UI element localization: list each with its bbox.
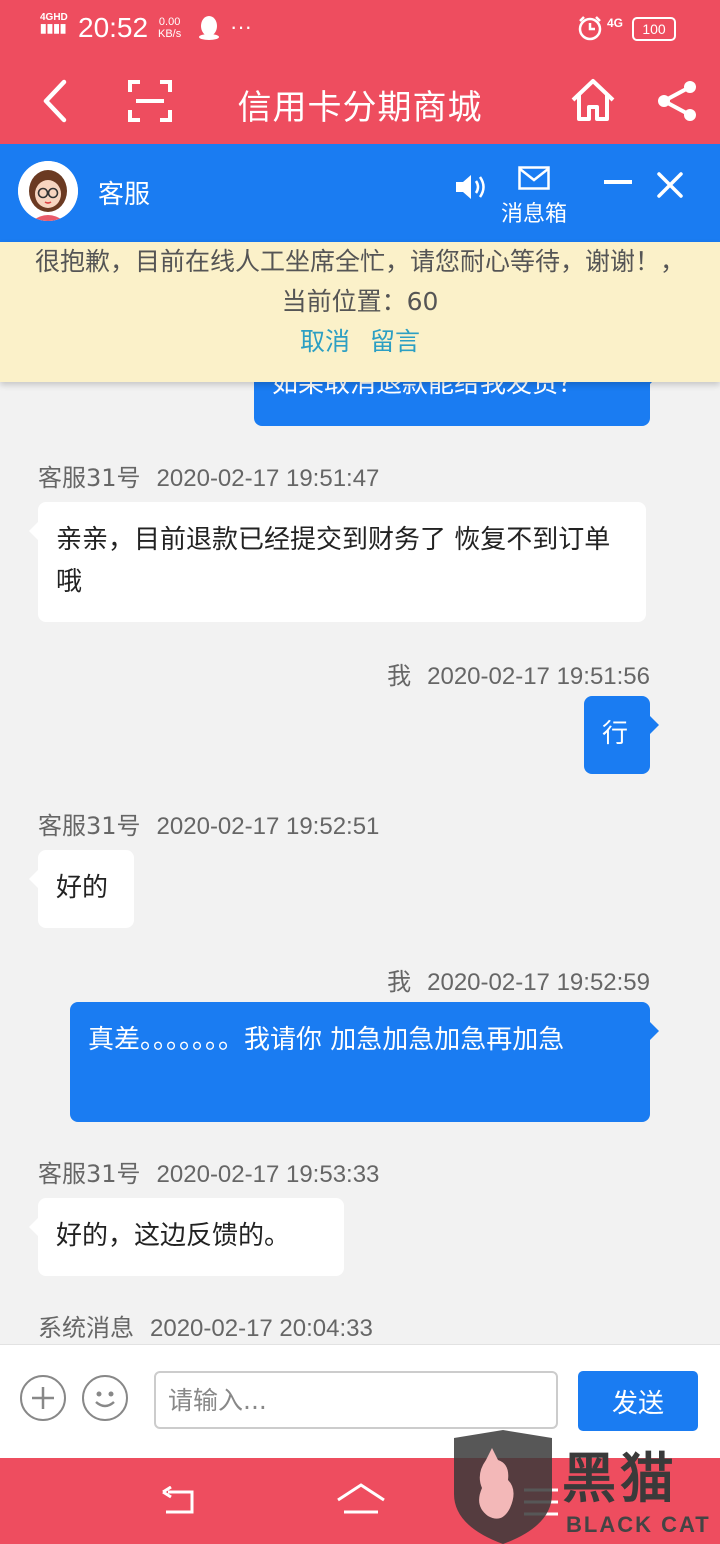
message-meta: 客服31号 2020-02-17 19:53:33 — [38, 1154, 379, 1189]
mail-icon — [518, 166, 550, 190]
message-meta: 我 2020-02-17 19:51:56 — [387, 656, 650, 691]
message-text: 行 — [602, 719, 629, 749]
message-bubble-incoming: 好的，这边反馈的。 — [29, 1198, 344, 1276]
message-bubble-incoming: 亲亲，目前退款已经提交到财务了 恢复不到订单哦 — [29, 502, 646, 622]
agent-avatar-icon — [18, 161, 78, 221]
customer-service-header: 客服 消息箱 — [0, 144, 720, 242]
cancel-link[interactable]: 取消 — [300, 327, 350, 356]
message-time: 2020-02-17 19:51:47 — [156, 465, 380, 492]
message-time: 2020-02-17 19:53:33 — [156, 1161, 380, 1188]
message-time: 2020-02-17 19:51:56 — [427, 663, 650, 690]
message-sender: 我 — [387, 968, 412, 996]
nav-back-icon[interactable] — [160, 1486, 200, 1518]
nav-home-icon[interactable] — [336, 1482, 386, 1518]
add-button[interactable] — [20, 1375, 66, 1421]
message-bubble-outgoing: 如果取消退款能给我发货？ — [254, 382, 659, 426]
leave-message-link[interactable]: 留言 — [370, 327, 420, 356]
emoji-button[interactable] — [82, 1375, 128, 1421]
message-meta: 客服31号 2020-02-17 19:51:47 — [38, 458, 379, 493]
message-sender: 系统消息 — [38, 1314, 134, 1342]
queue-notice: 很抱歉，目前在线人工坐席全忙，请您耐心等待，谢谢！，当前位置：60 取消 留言 — [0, 242, 720, 382]
signal-bars-icon: ▮▮▮▮ — [40, 21, 67, 35]
message-time: 2020-02-17 20:04:33 — [150, 1315, 373, 1342]
message-meta: 我 2020-02-17 19:52:59 — [387, 962, 650, 997]
message-text: 好的，这边反馈的。 — [56, 1221, 291, 1251]
message-text: 好的 — [56, 873, 109, 903]
speed-unit: KB/s — [158, 28, 182, 40]
message-sender: 客服31号 — [38, 812, 141, 840]
message-sender: 客服31号 — [38, 464, 141, 492]
message-time: 2020-02-17 19:52:51 — [156, 813, 380, 840]
message-bubble-outgoing: 行 — [584, 696, 659, 774]
share-icon[interactable] — [654, 78, 700, 124]
watermark-logo: 黑猫 BLACK CAT — [448, 1430, 720, 1544]
message-input[interactable] — [154, 1371, 558, 1429]
message-bubble-outgoing: 真差。。。。。。。我请你 加急加急加急再加急 — [70, 1002, 659, 1122]
notice-actions: 取消 留言 — [0, 322, 720, 362]
agent-name: 客服 — [98, 180, 151, 210]
mobile-data-indicator: 4G — [607, 16, 624, 30]
send-button[interactable]: 发送 — [578, 1371, 698, 1431]
alarm-icon — [578, 16, 602, 41]
network-speed: 0.00 KB/s — [158, 16, 181, 40]
message-sender: 我 — [387, 662, 412, 690]
minimize-icon[interactable] — [604, 180, 632, 186]
battery-icon: 100 — [632, 17, 676, 41]
qq-penguin-icon — [199, 16, 219, 40]
message-text: 如果取消退款能给我发货？ — [272, 382, 585, 399]
add-icon — [32, 1387, 54, 1409]
inbox-label: 消息箱 — [500, 202, 567, 227]
message-bubble-incoming: 好的 — [29, 850, 134, 928]
speed-value: 0.00 — [158, 16, 181, 28]
speaker-icon[interactable] — [454, 172, 488, 202]
avatar — [18, 161, 78, 221]
queue-notice-text: 很抱歉，目前在线人工坐席全忙，请您耐心等待，谢谢！，当前位置：60 — [34, 247, 685, 316]
close-icon[interactable] — [656, 171, 684, 199]
message-sender: 客服31号 — [38, 1160, 141, 1188]
clock: 20:52 — [78, 12, 149, 43]
chat-area[interactable]: 如果取消退款能给我发货？ 客服31号 2020-02-17 19:51:47 亲亲… — [0, 382, 720, 1344]
inbox-button[interactable]: 消息箱 — [498, 166, 570, 228]
status-bar: 4GHD ▮▮▮▮ 20:52 0.00 KB/s ··· 4G 100 — [0, 0, 720, 58]
message-meta: 客服31号 2020-02-17 19:52:51 — [38, 806, 379, 841]
watermark-title: 黑猫 — [562, 1447, 678, 1510]
watermark-subtitle: BLACK CAT — [566, 1512, 711, 1537]
black-cat-shield-icon — [454, 1430, 552, 1544]
message-text: 亲亲，目前退款已经提交到财务了 恢复不到订单哦 — [56, 525, 611, 597]
more-notifications: ··· — [230, 14, 252, 39]
network-indicator: 4GHD ▮▮▮▮ — [40, 12, 68, 35]
message-text: 真差。。。。。。。我请你 加急加急加急再加急 — [88, 1025, 565, 1055]
system-message-meta: 系统消息 2020-02-17 20:04:33 — [38, 1308, 373, 1343]
emoji-icon — [95, 1391, 115, 1408]
home-icon[interactable] — [568, 76, 618, 124]
message-time: 2020-02-17 19:52:59 — [427, 969, 650, 996]
title-bar: 信用卡分期商城 — [0, 58, 720, 144]
